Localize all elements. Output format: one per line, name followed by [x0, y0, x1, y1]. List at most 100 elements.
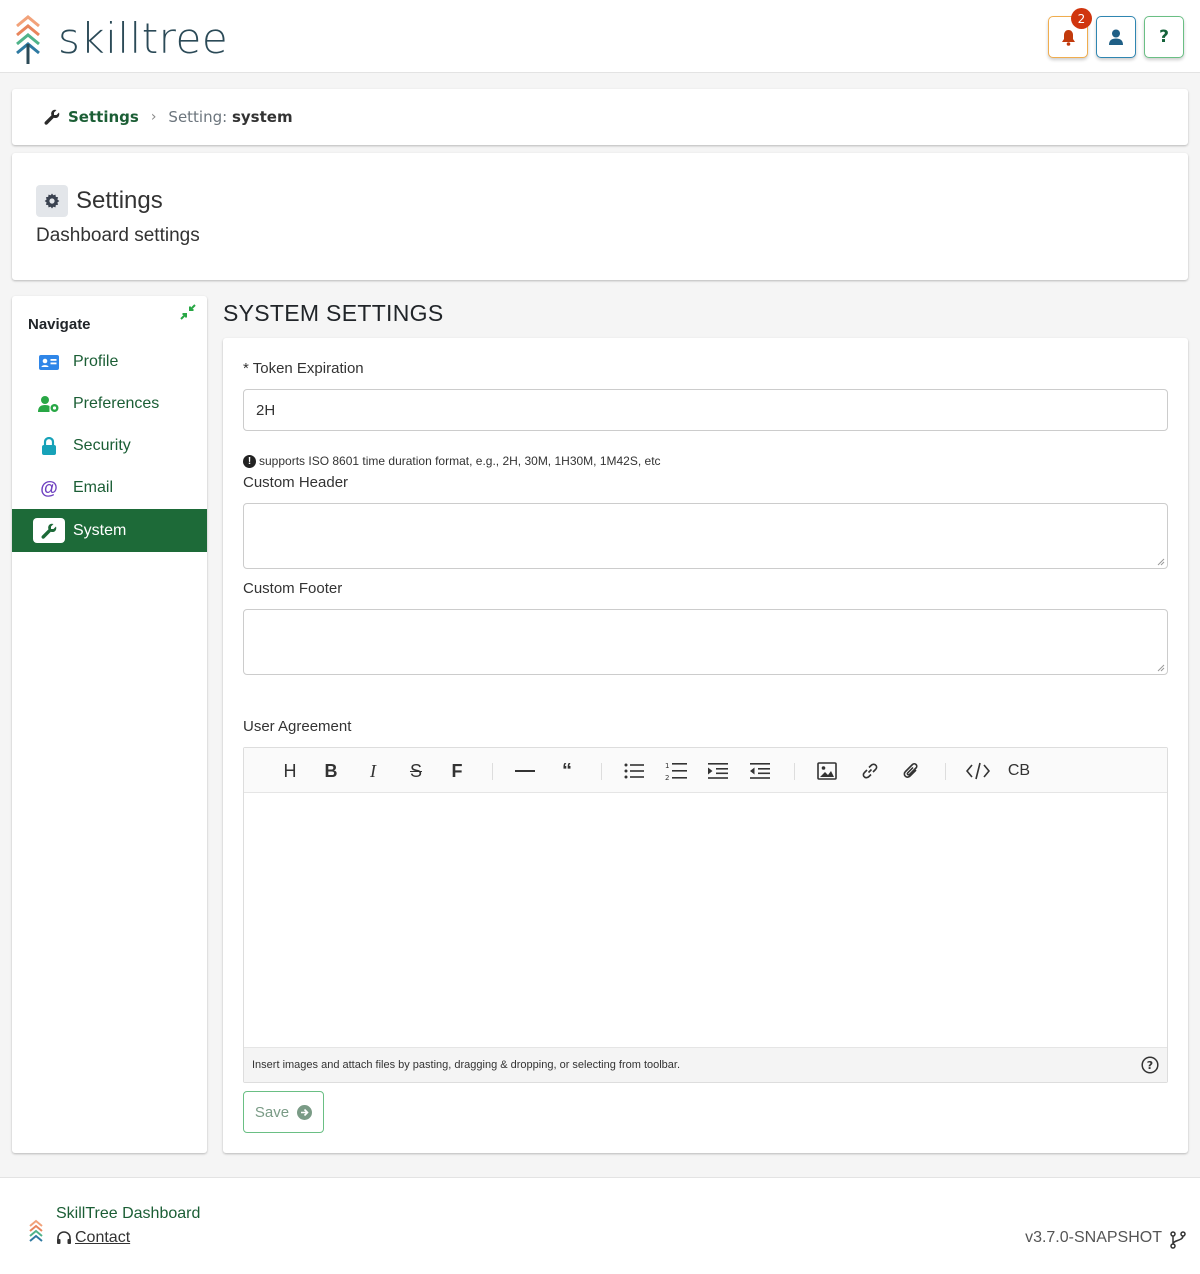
code-button[interactable] [965, 758, 991, 784]
token-expiration-value: 2H [256, 401, 276, 419]
editor-footer-text: Insert images and attach files by pastin… [252, 1059, 681, 1071]
settings-sidebar: Navigate Profile Preferences Security @ … [12, 296, 207, 1153]
bullet-list-icon [624, 763, 644, 779]
attach-file-button[interactable] [898, 758, 924, 784]
arrow-circle-right-icon [297, 1104, 313, 1120]
image-icon [817, 762, 837, 780]
toolbar-divider [945, 763, 946, 780]
token-expiration-label: * Token Expiration [243, 360, 364, 377]
bold-button-label: B [324, 760, 338, 781]
sidebar-item-security[interactable]: Security [12, 425, 207, 467]
numbered-list-button[interactable]: 12 [663, 758, 689, 784]
sidebar-item-preferences[interactable]: Preferences [12, 383, 207, 425]
editor-toolbar: H B I S F “ 12 CB [244, 748, 1167, 793]
image-button[interactable] [814, 758, 840, 784]
breadcrumb: Settings › Setting: system [12, 89, 1188, 145]
save-button-label: Save [254, 1103, 290, 1121]
horizontal-rule-icon [515, 770, 535, 772]
section-title: SYSTEM SETTINGS [223, 300, 444, 326]
italic-button-label: I [370, 760, 376, 781]
toolbar-divider [794, 763, 795, 780]
sidebar-item-label: System [73, 521, 127, 539]
wrench-icon [44, 109, 60, 125]
custom-footer-textarea[interactable] [243, 609, 1168, 675]
tree-logo-icon [16, 15, 40, 64]
user-agreement-label: User Agreement [243, 718, 352, 735]
horizontal-rule-button[interactable] [512, 758, 538, 784]
token-expiration-hint-text: supports ISO 8601 time duration format, … [259, 454, 661, 468]
user-agreement-editor-body[interactable] [244, 793, 1167, 1047]
heading-button[interactable]: H [277, 758, 303, 784]
strikethrough-button[interactable]: S [403, 758, 429, 784]
page-header-card: Settings Dashboard settings [12, 153, 1188, 280]
font-button-label: F [451, 760, 463, 781]
quote-icon: “ [562, 759, 572, 782]
user-cog-icon [38, 393, 60, 415]
toolbar-divider [601, 763, 602, 780]
at-icon: @ [40, 477, 58, 498]
heading-button-label: H [283, 760, 297, 781]
notification-count-badge: 2 [1071, 8, 1092, 29]
sidebar-title: Navigate [28, 316, 91, 333]
font-button[interactable]: F [444, 758, 470, 784]
editor-footer: Insert images and attach files by pastin… [244, 1047, 1167, 1082]
skilltree-logo[interactable]: skilltree [14, 14, 228, 64]
help-circle-icon[interactable]: ? [1141, 1056, 1159, 1074]
code-branch-icon [1170, 1231, 1186, 1249]
footer-contact-link[interactable]: Contact [56, 1229, 130, 1247]
footer-contact-label: Contact [75, 1229, 131, 1246]
outdent-button[interactable] [747, 758, 773, 784]
user-menu-button[interactable] [1096, 16, 1136, 58]
custom-header-label: Custom Header [243, 474, 349, 491]
help-button[interactable]: ? [1144, 16, 1184, 58]
page-footer: SkillTree Dashboard Contact v3.7.0-SNAPS… [0, 1177, 1200, 1274]
sidebar-item-profile[interactable]: Profile [12, 341, 207, 383]
save-button[interactable]: Save [243, 1091, 324, 1133]
quote-button[interactable]: “ [554, 758, 580, 784]
sidebar-item-label: Profile [73, 353, 119, 370]
link-button[interactable] [857, 758, 883, 784]
link-icon [862, 763, 878, 779]
outdent-icon [750, 763, 770, 779]
token-expiration-input[interactable]: 2H [243, 389, 1168, 431]
info-circle-icon: ! [243, 454, 256, 468]
resize-grip-icon[interactable] [1157, 664, 1165, 672]
lock-icon [38, 435, 60, 457]
user-agreement-editor: H B I S F “ 12 CB Insert images and atta… [243, 747, 1168, 1083]
sidebar-item-label: Preferences [73, 395, 160, 412]
numbered-list-icon: 12 [665, 762, 687, 781]
footer-app-name: SkillTree Dashboard [56, 1205, 201, 1222]
wrench-icon [33, 518, 65, 543]
svg-text:?: ? [1147, 1059, 1153, 1072]
bullet-list-button[interactable] [621, 758, 647, 784]
codeblock-button[interactable]: CB [1006, 758, 1032, 784]
headset-icon [57, 1231, 71, 1244]
resize-grip-icon[interactable] [1157, 558, 1165, 566]
collapse-icon[interactable] [180, 304, 196, 320]
custom-header-textarea[interactable] [243, 503, 1168, 569]
bold-button[interactable]: B [318, 758, 344, 784]
page-title: Settings [76, 187, 163, 214]
strikethrough-button-label: S [409, 760, 422, 781]
breadcrumb-settings-link[interactable]: Settings [68, 108, 139, 126]
help-button-label: ? [1159, 27, 1169, 47]
breadcrumb-current: Setting: system [168, 108, 292, 126]
bell-icon [1061, 29, 1075, 46]
top-navbar: skilltree 2 ? [0, 0, 1200, 73]
svg-text:1: 1 [665, 762, 669, 770]
footer-version: v3.7.0-SNAPSHOT [1025, 1229, 1162, 1246]
breadcrumb-current-prefix: Setting: [168, 108, 228, 126]
sidebar-item-label: Email [73, 479, 114, 496]
custom-footer-label: Custom Footer [243, 580, 343, 597]
system-settings-form: * Token Expiration 2H ! supports ISO 860… [223, 338, 1188, 1153]
code-icon [966, 762, 990, 780]
tree-logo-icon [29, 1219, 43, 1242]
sidebar-item-label: Security [73, 437, 131, 454]
sidebar-item-system[interactable]: System [12, 509, 207, 552]
indent-button[interactable] [705, 758, 731, 784]
user-icon [1109, 29, 1123, 45]
chevron-right-icon: › [150, 109, 157, 125]
sidebar-item-email[interactable]: @ Email [12, 467, 207, 509]
page-subtitle: Dashboard settings [36, 225, 200, 246]
italic-button[interactable]: I [360, 758, 386, 784]
